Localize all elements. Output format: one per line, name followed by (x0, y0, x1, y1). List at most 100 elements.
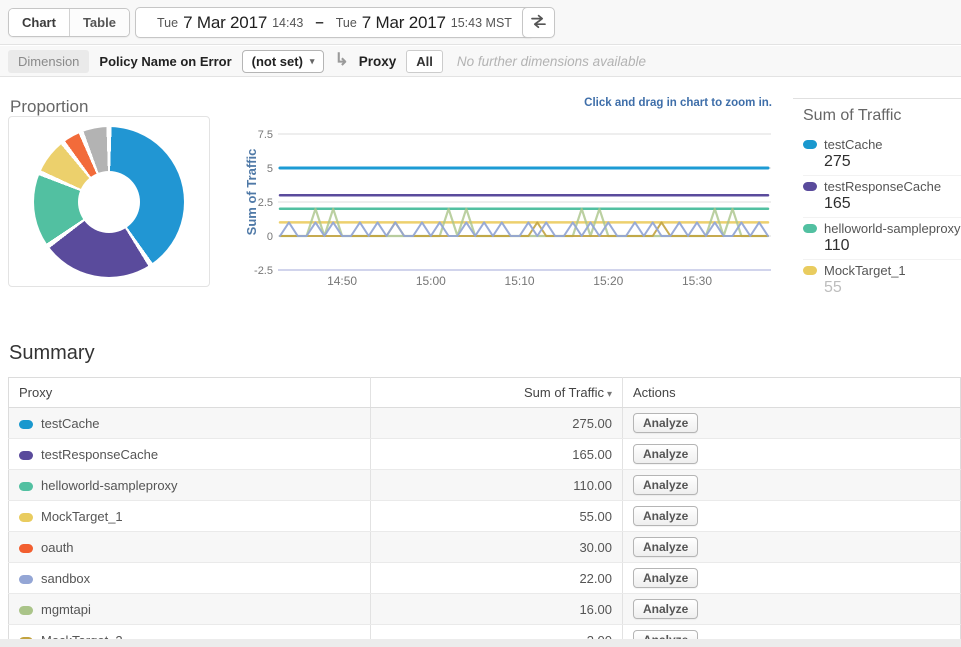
proxy-cell: MockTarget_1 (9, 501, 371, 532)
proxy-color-dot (19, 482, 33, 491)
legend-item[interactable]: MockTarget_155 (803, 260, 961, 301)
refresh-icon (530, 14, 547, 32)
analyze-button[interactable]: Analyze (633, 413, 698, 433)
legend-item-row: helloworld-sampleproxy (803, 221, 961, 236)
analyze-button[interactable]: Analyze (633, 568, 698, 588)
actions-cell: Analyze (623, 501, 961, 532)
proxy-color-dot (19, 544, 33, 553)
svg-text:2.5: 2.5 (258, 197, 273, 209)
legend-item-name: helloworld-sampleproxy (824, 221, 961, 236)
traffic-value-cell: 165.00 (371, 439, 623, 470)
summary-header-row: Proxy Sum of Traffic▾ Actions (9, 378, 961, 408)
column-header-actions: Actions (623, 378, 961, 408)
actions-cell: Analyze (623, 594, 961, 625)
proxy-name: helloworld-sampleproxy (41, 478, 178, 493)
dimension-value-dropdown[interactable]: (not set) ▾ (242, 50, 325, 73)
traffic-value-cell: 30.00 (371, 532, 623, 563)
date-range-picker[interactable]: Tue 7 Mar 2017 14:43 – Tue 7 Mar 2017 15… (135, 7, 534, 38)
legend-color-dot (803, 224, 817, 233)
analyze-button[interactable]: Analyze (633, 537, 698, 557)
start-date: 7 Mar 2017 (183, 13, 267, 33)
no-dimensions-note: No further dimensions available (457, 54, 646, 69)
table-row: testCache275.00Analyze (9, 408, 961, 439)
proxy-color-dot (19, 451, 33, 460)
zoom-hint: Click and drag in chart to zoom in. (500, 97, 772, 109)
analyze-button[interactable]: Analyze (633, 475, 698, 495)
date-range-dash: – (315, 14, 323, 31)
dimension-bar: Dimension Policy Name on Error (not set)… (0, 46, 961, 77)
actions-cell: Analyze (623, 563, 961, 594)
legend-item[interactable]: testResponseCache165 (803, 176, 961, 218)
table-row: helloworld-sampleproxy 110.00 Analyze (9, 470, 961, 501)
legend-item[interactable]: testCache275 (803, 134, 961, 176)
dimension-value: (not set) (252, 54, 303, 69)
svg-text:15:20: 15:20 (593, 274, 623, 288)
legend-item[interactable]: helloworld-sampleproxy110 (803, 218, 961, 260)
start-time: 14:43 (272, 16, 303, 30)
proportion-title: Proportion (10, 97, 88, 117)
proxy-color-dot (19, 513, 33, 522)
table-row: MockTarget_1 55.00 Analyze (9, 501, 961, 532)
proxy-color-dot (19, 420, 33, 429)
table-row: sandbox 22.00 Analyze (9, 563, 961, 594)
end-day: Tue (336, 16, 357, 30)
proxy-cell: mgmtapi (9, 594, 371, 625)
proxy-name: MockTarget_1 (41, 509, 123, 524)
proxy-cell: oauth (9, 532, 371, 563)
legend-item-name: MockTarget_1 (824, 263, 906, 278)
legend-title: Sum of Traffic (803, 107, 961, 125)
end-date: 7 Mar 2017 (362, 13, 446, 33)
column-header-proxy[interactable]: Proxy (9, 378, 371, 408)
column-header-sum-of-traffic[interactable]: Sum of Traffic▾ (371, 378, 623, 408)
drill-dimension-label: Proxy (359, 54, 397, 69)
legend-item-name: testCache (824, 137, 883, 152)
actions-cell: Analyze (623, 439, 961, 470)
proxy-name: mgmtapi (41, 602, 91, 617)
actions-cell: Analyze (623, 470, 961, 501)
svg-text:5: 5 (267, 163, 273, 175)
dimension-label: Dimension (8, 50, 89, 73)
traffic-value-cell: 16.00 (371, 594, 623, 625)
summary-table-body: testCache275.00AnalyzetestResponseCache1… (9, 408, 961, 647)
proxy-cell: helloworld-sampleproxy (9, 470, 371, 501)
chart-view-button[interactable]: Chart (9, 9, 69, 36)
proxy-cell: testCache (9, 408, 371, 439)
refresh-button[interactable] (522, 7, 555, 38)
analyze-button[interactable]: Analyze (633, 506, 698, 526)
summary-table: Proxy Sum of Traffic▾ Actions testCache2… (8, 377, 961, 647)
proxy-filter-all-button[interactable]: All (406, 50, 443, 73)
legend-item-name: testResponseCache (824, 179, 941, 194)
top-toolbar: Chart Table Tue 7 Mar 2017 14:43 – Tue 7… (0, 0, 961, 45)
chevron-down-icon: ▾ (310, 56, 315, 67)
proxy-cell: testResponseCache (9, 439, 371, 470)
svg-text:14:50: 14:50 (327, 274, 357, 288)
legend-item-row: testResponseCache (803, 179, 961, 194)
proxy-cell: sandbox (9, 563, 371, 594)
analyze-button[interactable]: Analyze (633, 599, 698, 619)
table-row: oauth 30.00 Analyze (9, 532, 961, 563)
traffic-value-cell: 22.00 (371, 563, 623, 594)
svg-text:-2.5: -2.5 (254, 265, 273, 277)
svg-text:0: 0 (267, 231, 273, 243)
end-time: 15:43 MST (451, 16, 512, 30)
proxy-color-dot (19, 575, 33, 584)
actions-cell: Analyze (623, 408, 961, 439)
legend-item-value: 55 (824, 279, 961, 297)
analyze-button[interactable]: Analyze (633, 444, 698, 464)
proxy-name: sandbox (41, 571, 90, 586)
svg-text:7.5: 7.5 (258, 129, 273, 141)
traffic-value-cell: 55.00 (371, 501, 623, 532)
legend-item-row: testCache (803, 137, 961, 152)
legend-item-value: 275 (824, 153, 961, 171)
summary-title: Summary (9, 342, 95, 365)
traffic-value-cell: 110.00 (371, 470, 623, 501)
svg-text:15:00: 15:00 (416, 274, 446, 288)
legend-item-row: MockTarget_1 (803, 263, 961, 278)
donut-chart[interactable] (34, 127, 184, 277)
start-day: Tue (157, 16, 178, 30)
line-chart[interactable]: -2.502.557.514:5015:0015:1015:2015:30 (240, 126, 772, 292)
legend-color-dot (803, 182, 817, 191)
table-view-button[interactable]: Table (69, 9, 129, 36)
proxy-name: oauth (41, 540, 74, 555)
sort-caret-icon: ▾ (607, 389, 612, 400)
